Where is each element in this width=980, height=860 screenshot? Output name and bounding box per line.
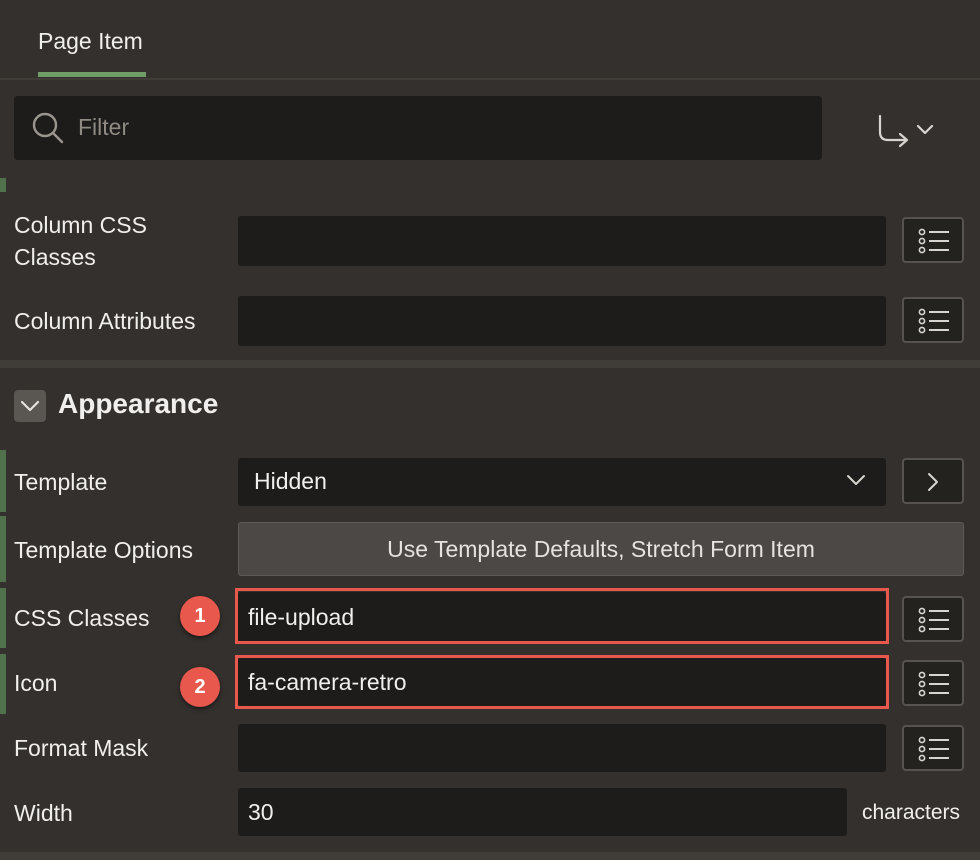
changed-marker <box>0 654 6 714</box>
chevron-down-icon <box>847 475 865 485</box>
changed-marker <box>0 450 6 512</box>
list-icon <box>918 671 949 697</box>
section-divider <box>0 360 980 368</box>
go-to-template-button[interactable] <box>902 458 964 504</box>
column-css-classes-label: Column CSS Classes <box>14 212 147 270</box>
column-attributes-label: Column Attributes <box>14 308 196 334</box>
column-attributes-list-button[interactable] <box>902 297 964 343</box>
list-icon <box>918 607 949 633</box>
tab-page-item[interactable]: Page Item <box>38 28 143 55</box>
format-mask-list-button[interactable] <box>902 725 964 771</box>
template-select[interactable]: Hidden <box>238 458 886 506</box>
css-classes-label: CSS Classes <box>14 605 150 631</box>
css-classes-list-button[interactable] <box>902 596 964 642</box>
template-label: Template <box>14 469 108 495</box>
list-icon <box>918 308 949 334</box>
column-css-classes-list-button[interactable] <box>902 217 964 263</box>
section-title-appearance: Appearance <box>58 388 219 419</box>
column-css-classes-input[interactable] <box>238 216 886 266</box>
format-mask-label: Format Mask <box>14 735 149 761</box>
changed-marker <box>0 588 6 648</box>
list-icon <box>918 736 949 762</box>
format-mask-input[interactable] <box>238 724 886 772</box>
search-icon <box>32 112 64 144</box>
collapse-appearance-button[interactable] <box>14 390 46 422</box>
filter-placeholder: Filter <box>78 114 130 140</box>
icon-list-button[interactable] <box>902 660 964 706</box>
template-options-label: Template Options <box>14 537 193 563</box>
chevron-down-icon <box>20 400 40 412</box>
tab-bar: Page Item <box>0 0 980 80</box>
width-input[interactable]: 30 <box>238 788 847 836</box>
column-attributes-input[interactable] <box>238 296 886 346</box>
active-tab-indicator <box>38 72 146 77</box>
highlight-box <box>235 588 889 644</box>
width-label: Width <box>14 800 73 826</box>
go-to-group-icon[interactable] <box>872 110 942 150</box>
callout-marker-1: 1 <box>180 596 220 636</box>
highlight-box <box>235 655 889 709</box>
width-unit-label: characters <box>862 801 961 824</box>
filter-input[interactable]: Filter <box>14 96 822 160</box>
section-divider <box>0 852 980 860</box>
icon-label: Icon <box>14 670 58 696</box>
section-marker <box>0 178 6 192</box>
chevron-right-icon <box>928 473 938 491</box>
changed-marker <box>0 516 6 582</box>
template-options-button[interactable]: Use Template Defaults, Stretch Form Item <box>238 522 964 576</box>
list-icon <box>918 228 949 254</box>
callout-marker-2: 2 <box>180 667 220 707</box>
